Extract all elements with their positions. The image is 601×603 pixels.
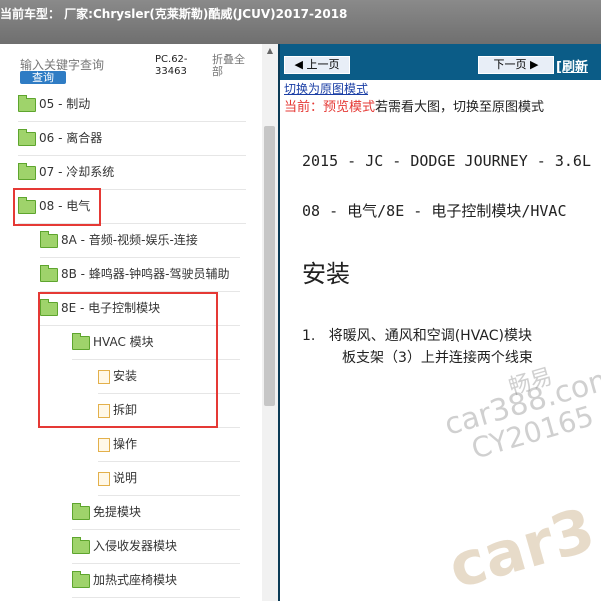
- tree-item[interactable]: 说明: [98, 462, 240, 496]
- document-icon: [98, 437, 110, 452]
- tree-item[interactable]: 07 - 冷却系统: [18, 156, 246, 190]
- doc-step: 1. 将暖风、通风和空调(HVAC)模块 板支架（3）上并连接两个线束: [302, 328, 533, 366]
- next-page-button[interactable]: 下一页 ▶: [478, 56, 554, 74]
- folder-icon: [72, 536, 90, 554]
- scrollbar[interactable]: ▲: [262, 44, 278, 601]
- page-nav: ◀ 上一页 下一页 ▶ [刷新: [280, 44, 601, 80]
- folder-icon: [72, 570, 90, 588]
- mode-status: 当前：预览模式若需看大图，切换至原图模式: [284, 100, 545, 115]
- doc-code: PC.62-33463: [155, 54, 188, 77]
- prev-page-button[interactable]: ◀ 上一页: [284, 56, 350, 74]
- tree-item[interactable]: 8B - 蜂鸣器-钟鸣器-驾驶员辅助: [40, 258, 240, 292]
- doc-header-line: 2015 - JC - DODGE JOURNEY - 3.6L: [302, 152, 591, 170]
- doc-heading: 安装: [302, 260, 350, 288]
- watermark-logo: car3: [441, 495, 601, 603]
- document-panel: ◀ 上一页 下一页 ▶ [刷新 切换为原图模式 当前：预览模式若需看大图，切换至…: [278, 44, 601, 603]
- highlight-box: [13, 188, 101, 226]
- tree-item[interactable]: 加热式座椅模块: [72, 564, 240, 598]
- tree-item[interactable]: 入侵收发器模块: [72, 530, 240, 564]
- highlight-box: [38, 292, 218, 428]
- search-button[interactable]: 查询: [20, 71, 66, 84]
- folder-icon: [18, 128, 36, 146]
- doc-section-line: 08 - 电气/8E - 电子控制模块/HVAC: [302, 202, 567, 220]
- tree-item[interactable]: 06 - 离合器: [18, 122, 246, 156]
- tree-item[interactable]: 05 - 制动: [18, 88, 246, 122]
- vehicle-title: 当前车型： 厂家:Chrysler(克莱斯勒)酷威(JCUV)2017-2018: [0, 7, 348, 21]
- folder-icon: [40, 230, 58, 248]
- title-bar: 当前车型： 厂家:Chrysler(克莱斯勒)酷威(JCUV)2017-2018: [0, 0, 601, 44]
- tree-item[interactable]: 免提模块: [72, 496, 240, 530]
- arrow-left-icon: ◀: [294, 58, 307, 71]
- folder-icon: [18, 94, 36, 112]
- refresh-link[interactable]: [刷新: [556, 56, 588, 75]
- scroll-up-icon[interactable]: ▲: [262, 46, 278, 58]
- left-panel: 输入关键字查询 查询 PC.62-33463 折叠全部 05 - 制动 06 -…: [0, 44, 278, 601]
- switch-mode-link[interactable]: 切换为原图模式: [284, 80, 368, 97]
- tree-item[interactable]: 操作: [98, 428, 240, 462]
- collapse-all-link[interactable]: 折叠全部: [212, 54, 252, 78]
- arrow-right-icon: ▶: [526, 58, 539, 71]
- folder-icon: [18, 162, 36, 180]
- folder-icon: [40, 264, 58, 282]
- folder-icon: [72, 502, 90, 520]
- tree-item[interactable]: 8A - 音频-视频-娱乐-连接: [40, 224, 240, 258]
- document-icon: [98, 471, 110, 486]
- scrollbar-thumb[interactable]: [264, 126, 275, 406]
